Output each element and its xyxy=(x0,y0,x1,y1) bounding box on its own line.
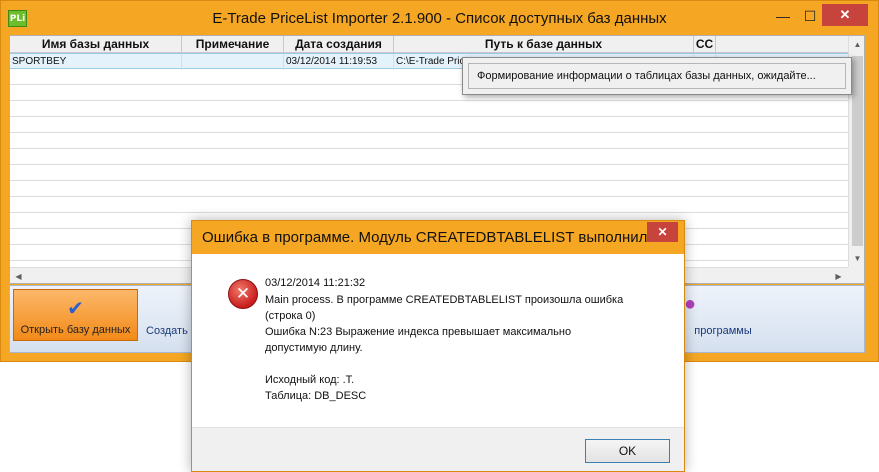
table-row[interactable] xyxy=(10,165,848,181)
table-row[interactable] xyxy=(10,101,848,117)
cell-note xyxy=(182,54,284,70)
error-line: допустимую длину. xyxy=(265,342,363,354)
column-header-path[interactable]: Путь к базе данных xyxy=(394,36,694,53)
grid-header: Имя базы данных Примечание Дата создания… xyxy=(10,36,848,53)
scroll-corner xyxy=(848,267,864,283)
cell-created: 03/12/2014 11:19:53 xyxy=(284,54,394,70)
scroll-right-icon[interactable]: ▶ xyxy=(830,268,847,283)
dialog-body: ✕ 03/12/2014 11:21:32 Main process. В пр… xyxy=(200,254,676,427)
vertical-scroll-thumb[interactable] xyxy=(852,56,863,246)
error-line: Main process. В программе CREATEDBTABLEL… xyxy=(265,294,624,306)
scroll-up-icon[interactable]: ▲ xyxy=(849,36,864,53)
error-dialog: Ошибка в программе. Модуль CREATEDBTABLE… xyxy=(191,220,685,472)
column-header-cc[interactable]: CC xyxy=(694,36,716,53)
dialog-title: Ошибка в программе. Модуль CREATEDBTABLE… xyxy=(202,229,665,246)
program-settings-label: программы xyxy=(694,325,752,337)
progress-popup: Формирование информации о таблицах базы … xyxy=(462,57,852,95)
table-row[interactable] xyxy=(10,181,848,197)
main-titlebar: PLi E-Trade PriceList Importer 2.1.900 -… xyxy=(1,1,878,35)
open-database-label: Открыть базу данных xyxy=(20,324,131,336)
dialog-close-button[interactable]: ✕ xyxy=(647,222,678,242)
table-row[interactable] xyxy=(10,117,848,133)
open-database-button[interactable]: ✔ Открыть базу данных xyxy=(13,289,138,341)
close-button[interactable]: ✕ xyxy=(822,4,868,26)
error-line: (строка 0) xyxy=(265,310,316,322)
table-row[interactable] xyxy=(10,133,848,149)
minimize-button[interactable]: — xyxy=(769,4,797,28)
program-settings-button[interactable]: ● программы xyxy=(678,289,768,341)
table-row[interactable] xyxy=(10,197,848,213)
check-icon: ✔ xyxy=(67,298,84,320)
column-header-name[interactable]: Имя базы данных xyxy=(10,36,182,53)
maximize-button[interactable]: ☐ xyxy=(796,4,824,28)
dialog-footer: OK xyxy=(192,427,684,471)
cell-name: SPORTBEY xyxy=(10,54,182,70)
dialog-titlebar: Ошибка в программе. Модуль CREATEDBTABLE… xyxy=(192,221,684,254)
error-line: Ошибка N:23 Выражение индекса превышает … xyxy=(265,326,572,338)
create-label: Создать xyxy=(146,325,188,337)
scroll-down-icon[interactable]: ▼ xyxy=(849,250,864,267)
create-button[interactable]: Создать xyxy=(146,289,196,341)
ok-button[interactable]: OK xyxy=(585,439,670,463)
window-title: E-Trade PriceList Importer 2.1.900 - Спи… xyxy=(212,10,667,27)
error-icon: ✕ xyxy=(228,279,258,309)
progress-text: Формирование информации о таблицах базы … xyxy=(468,63,846,89)
error-timestamp: 03/12/2014 11:21:32 xyxy=(265,277,366,289)
error-source-code: Исходный код: .Т. xyxy=(265,374,355,386)
column-header-created[interactable]: Дата создания xyxy=(284,36,394,53)
error-table: Таблица: DB_DESC xyxy=(265,390,367,402)
settings-icon: ● xyxy=(684,293,697,315)
column-header-filler xyxy=(716,36,848,53)
table-row[interactable] xyxy=(10,149,848,165)
column-header-note[interactable]: Примечание xyxy=(182,36,284,53)
scroll-left-icon[interactable]: ◀ xyxy=(10,268,27,283)
